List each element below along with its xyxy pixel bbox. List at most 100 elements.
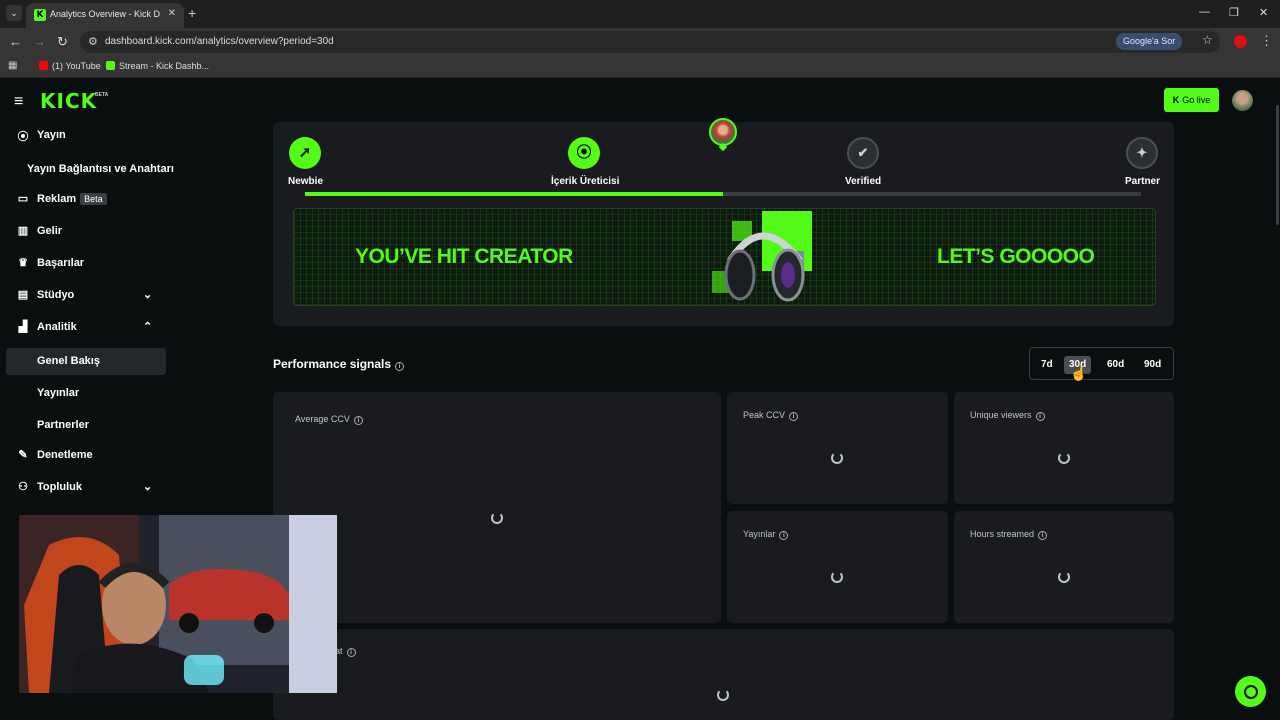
- kick-logo[interactable]: KICK: [40, 89, 97, 113]
- close-icon[interactable]: ✕: [168, 8, 176, 19]
- sidebar-item-genel-bakis[interactable]: Genel Bakış: [37, 355, 100, 367]
- forward-arrow-icon[interactable]: →: [33, 34, 46, 49]
- loading-spinner-icon: [1058, 571, 1070, 583]
- loading-spinner-icon: [1058, 452, 1070, 464]
- sidebar-item-label: Analitik: [37, 321, 77, 333]
- step-label-partner: Partner: [1125, 176, 1161, 187]
- info-icon[interactable]: i: [789, 412, 799, 421]
- logo-beta-badge: BETA: [95, 92, 109, 98]
- loading-spinner-icon: [831, 571, 843, 583]
- panel-title-text: Average CCV: [295, 414, 350, 424]
- window-close-icon[interactable]: ✕: [1259, 6, 1268, 19]
- page-scrollbar[interactable]: [1276, 105, 1279, 225]
- sidebar-item-label: Denetleme: [37, 449, 93, 461]
- google-ask-button[interactable]: Google'a Sor: [1116, 33, 1183, 50]
- wrench-icon: ✎: [18, 449, 28, 461]
- sidebar-item-label: Stüdyo: [37, 289, 75, 301]
- panel-average-ccv: Average CCV i: [273, 392, 721, 623]
- panel-bottom: at i: [273, 629, 1174, 720]
- panel-streams: Yayınlar i: [727, 511, 948, 623]
- hamburger-menu-icon[interactable]: ≡: [14, 93, 23, 111]
- sidebar-item-yayinlar[interactable]: Yayınlar: [37, 387, 79, 399]
- browser-tab-strip: ⌄ K Analytics Overview - Kick Dashb ✕ + …: [0, 0, 1280, 28]
- step-label-creator: İçerik Üreticisi: [551, 176, 620, 187]
- sidebar-item-studyo[interactable]: ▤ Stüdyo ⌄: [16, 284, 166, 308]
- sidebar-item-label-wrap: Reklam Beta: [37, 193, 107, 205]
- address-bar[interactable]: ⚙ dashboard.kick.com/analytics/overview?…: [80, 31, 1220, 53]
- community-icon: ⚇: [18, 481, 28, 493]
- panel-title: Peak CCV i: [743, 410, 799, 421]
- sidebar-item-gelir[interactable]: ▥ Gelir: [16, 220, 166, 244]
- info-icon[interactable]: i: [353, 416, 363, 425]
- browser-tab-active[interactable]: K Analytics Overview - Kick Dashb ✕: [26, 3, 184, 28]
- apps-grid-icon[interactable]: ▦: [8, 60, 17, 71]
- broadcast-icon: ⦿: [17, 131, 29, 143]
- headset-illustration: [712, 211, 812, 302]
- mouse-cursor-icon: ☝: [1070, 365, 1088, 381]
- back-arrow-icon[interactable]: ←: [9, 34, 22, 49]
- banner-right-text: LET’S GOOOOO: [937, 245, 1095, 268]
- beta-badge: Beta: [80, 193, 107, 205]
- bookmarks-bar: ▦ (1) YouTube Stream - Kick Dashb...: [0, 56, 1280, 78]
- bookmark-youtube[interactable]: (1) YouTube: [39, 61, 101, 71]
- tab-search-button[interactable]: ⌄: [6, 5, 22, 21]
- performance-title: Performance signals i: [273, 357, 405, 371]
- kick-icon: [106, 61, 115, 70]
- reload-icon[interactable]: ↻: [57, 34, 68, 50]
- loading-spinner-icon: [491, 512, 503, 524]
- panel-title-text: Peak CCV: [743, 410, 786, 420]
- help-chat-button[interactable]: [1235, 676, 1266, 707]
- sidebar-item-basarilar[interactable]: ♛ Başarılar: [16, 252, 166, 276]
- restore-icon[interactable]: ❐: [1229, 6, 1239, 19]
- user-avatar[interactable]: [1232, 90, 1253, 111]
- panel-peak-ccv: Peak CCV i: [727, 392, 948, 504]
- url-text[interactable]: dashboard.kick.com/analytics/overview?pe…: [105, 36, 334, 47]
- sidebar-item-topluluk[interactable]: ⚇ Topluluk ⌄: [16, 476, 166, 500]
- panel-hours-streamed: Hours streamed i: [954, 511, 1174, 623]
- sidebar-item-denetleme[interactable]: ✎ Denetleme: [16, 444, 166, 468]
- sidebar-item-label: Topluluk: [37, 481, 83, 493]
- loading-spinner-icon: [831, 452, 843, 464]
- sidebar-item-reklam[interactable]: ▭ Reklam Beta: [16, 188, 166, 212]
- info-icon[interactable]: i: [779, 531, 789, 540]
- chevron-down-icon: ⌄: [143, 289, 153, 301]
- period-selector: 7d 30d 60d 90d: [1029, 347, 1174, 380]
- sidebar-item-yayin[interactable]: ⦿ Yayın: [16, 124, 166, 148]
- info-icon[interactable]: i: [1038, 531, 1048, 540]
- banner-left-text: YOU’VE HIT CREATOR: [355, 245, 573, 268]
- period-60d-button[interactable]: 60d: [1102, 356, 1129, 374]
- go-live-button[interactable]: K Go live: [1164, 88, 1219, 112]
- step-label-newbie: Newbie: [288, 176, 324, 187]
- sidebar-item-label: Başarılar: [37, 257, 85, 269]
- bookmark-kick-dashboard[interactable]: Stream - Kick Dashb...: [106, 61, 209, 71]
- panel-title: Average CCV i: [295, 414, 363, 425]
- creator-banner: YOU’VE HIT CREATOR LET’S GOOOOO: [293, 208, 1156, 306]
- sidebar-item-label: Gelir: [37, 225, 63, 237]
- sidebar-item-analitik[interactable]: ▟ Analitik ⌃: [16, 316, 166, 340]
- new-tab-plus-icon[interactable]: +: [188, 5, 196, 21]
- kick-favicon-icon: K: [34, 9, 46, 21]
- step-label-verified: Verified: [845, 176, 882, 187]
- loading-spinner-icon: [717, 689, 729, 701]
- step-verified-icon: ✔: [847, 137, 879, 169]
- browser-menu-icon[interactable]: ⋮: [1260, 33, 1273, 49]
- studio-icon: ▤: [17, 289, 29, 301]
- info-icon[interactable]: i: [1035, 412, 1045, 421]
- info-icon[interactable]: i: [346, 648, 356, 657]
- kick-k-icon: K: [1172, 95, 1180, 105]
- analytics-icon: ▟: [18, 321, 28, 333]
- extension-icon[interactable]: [1234, 35, 1247, 48]
- trophy-icon: ♛: [18, 257, 28, 269]
- period-7d-button[interactable]: 7d: [1036, 356, 1058, 374]
- sidebar-item-partnerler[interactable]: Partnerler: [37, 419, 89, 431]
- minimize-icon[interactable]: —: [1199, 6, 1210, 18]
- browser-toolbar: ← → ↻ ⚙ dashboard.kick.com/analytics/ove…: [0, 28, 1280, 56]
- period-90d-button[interactable]: 90d: [1139, 356, 1166, 374]
- youtube-icon: [39, 61, 48, 70]
- bookmark-star-icon[interactable]: ☆: [1202, 33, 1213, 47]
- site-info-icon[interactable]: ⚙: [88, 35, 98, 48]
- panel-unique-viewers: Unique viewers i: [954, 392, 1174, 504]
- panel-title: Hours streamed i: [970, 529, 1048, 540]
- info-icon[interactable]: i: [395, 362, 405, 371]
- sidebar-item-stream-key[interactable]: Yayın Bağlantısı ve Anahtarı: [27, 163, 174, 175]
